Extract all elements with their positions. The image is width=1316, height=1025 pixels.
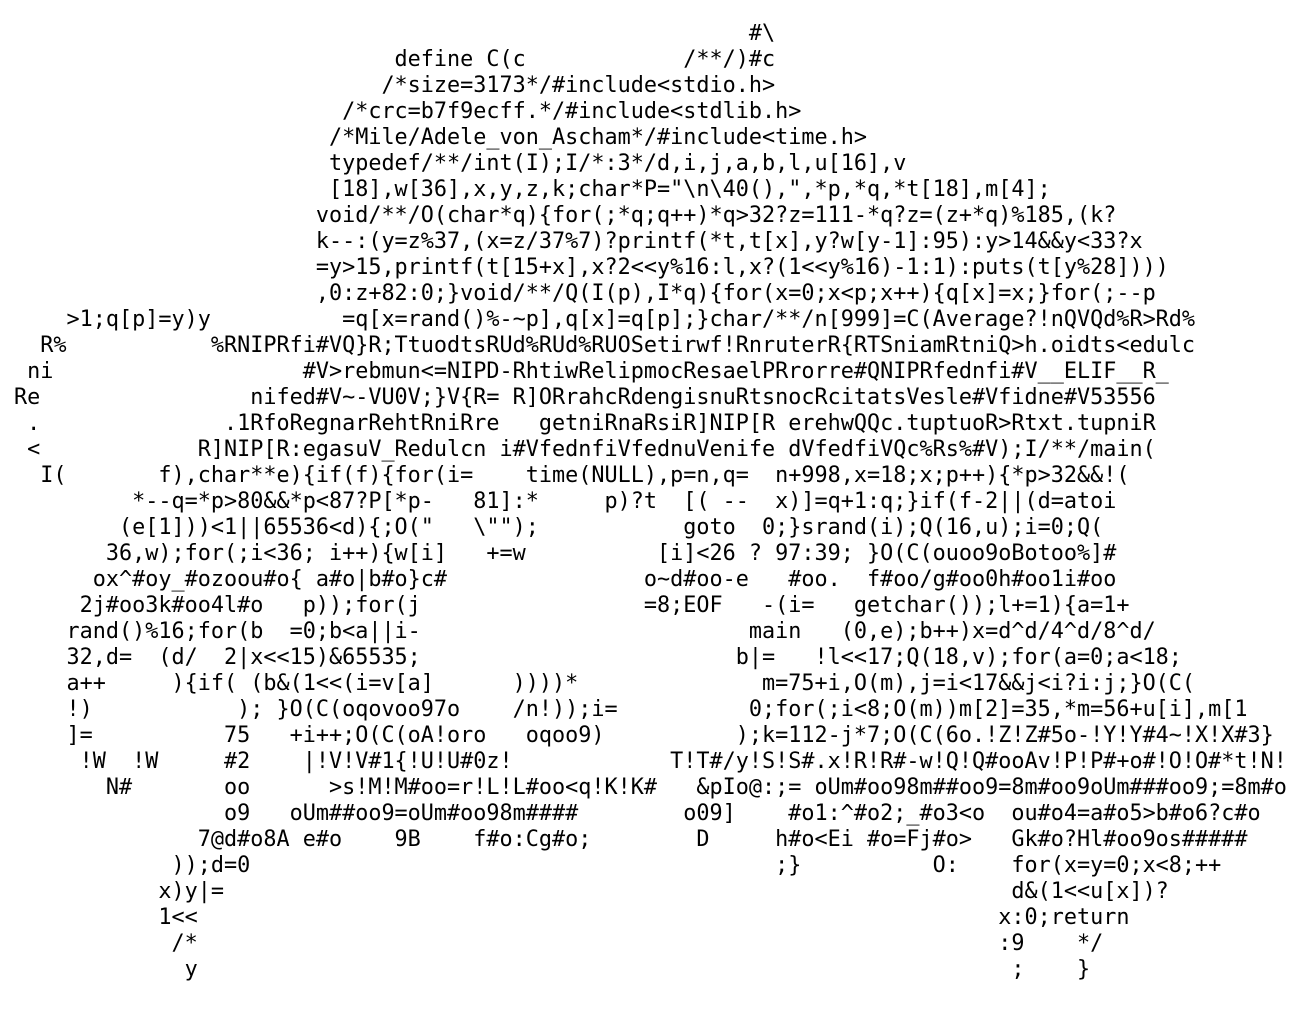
code-line: >1;q[p]=y)y =q[x=rand()%-~p],q[x]=q[p];}… (14, 307, 1196, 332)
code-line: rand()%16;for(b =0;b<a||i- main (0,e);b+… (14, 619, 1156, 644)
code-line: #\ (14, 21, 776, 46)
code-line: define C(c /**/)#c (14, 47, 776, 72)
code-line: typedef/**/int(I);I/*:3*/d,i,j,a,b,l,u[1… (14, 151, 907, 176)
code-line: ni #V>rebmun<=NIPD-RhtiwRelipmocResaelPR… (14, 359, 1169, 384)
code-line: Re nifed#V~-VU0V;}V{R= R]ORrahcRdengisnu… (14, 385, 1156, 410)
code-line: !W !W #2 |!V!V#1{!U!U#0z! T!T#/y!S!S#.x!… (14, 749, 1287, 774)
code-line: /*size=3173*/#include<stdio.h> (14, 73, 776, 98)
code-line: ]= 75 +i++;O(C(oA!oro oqoo9) );k=112-j*7… (14, 723, 1274, 748)
code-line: N# oo >s!M!M#oo=r!L!L#oo<q!K!K# &pIo@:;=… (14, 775, 1287, 800)
code-line: 32,d= (d/ 2|x<<15)&65535; b|= !l<<17;Q(1… (14, 645, 1182, 670)
code-line: I( f),char**e){if(f){for(i= time(NULL),p… (14, 463, 1130, 488)
code-line: *--q=*p>80&&*p<87?P[*p- 81]:* p)?t [( --… (14, 489, 1117, 514)
code-line: < R]NIP[R:egasuV_Redulcn i#VfednfiVfednu… (14, 437, 1156, 462)
code-line: y ; } (14, 957, 1091, 982)
code-line: k--:(y=z%37,(x=z/37%7)?printf(*t,t[x],y?… (14, 229, 1143, 254)
code-line: [18],w[36],x,y,z,k;char*P="\n\40(),",*p,… (14, 177, 1051, 202)
code-line: =y>15,printf(t[15+x],x?2<<y%16:l,x?(1<<y… (14, 255, 1169, 280)
code-line: 2j#oo3k#oo4l#o p));for(j =8;EOF -(i= get… (14, 593, 1130, 618)
code-line: /*Mile/Adele_von_Ascham*/#include<time.h… (14, 125, 867, 150)
code-line: ,0:z+82:0;}void/**/Q(I(p),I*q){for(x=0;x… (14, 281, 1156, 306)
code-line: /*crc=b7f9ecff.*/#include<stdlib.h> (14, 99, 802, 124)
code-line: 7@d#o8A e#o 9B f#o:Cg#o; D h#o<Ei #o=Fj#… (14, 827, 1248, 852)
code-line: (e[1]))<1||65536<d){;O(" \""); goto 0;}s… (14, 515, 1104, 540)
code-line: 36,w);for(;i<36; i++){w[i] +=w [i]<26 ? … (14, 541, 1117, 566)
code-line: !) ); }O(C(oqovoo97o /n!));i= 0;for(;i<8… (14, 697, 1248, 722)
code-line: ox^#oy_#ozoou#o{ a#o|b#o}c# o~d#oo-e #oo… (14, 567, 1117, 592)
code-line: x)y|= d&(1<<u[x])? (14, 879, 1169, 904)
code-line: . .1RfoRegnarRehtRniRre getniRnaRsiR]NIP… (14, 411, 1156, 436)
code-line: void/**/O(char*q){for(;*q;q++)*q>32?z=11… (14, 203, 1117, 228)
code-line: a++ ){if( (b&(1<<(i=v[a] ))))* m=75+i,O(… (14, 671, 1196, 696)
code-line: R% %RNIPRfi#VQ}R;TtuodtsRUd%RUd%RUOSetir… (14, 333, 1196, 358)
code-line: /* :9 */ (14, 931, 1104, 956)
code-line: o9 oUm##oo9=oUm#oo98m#### o09] #o1:^#o2;… (14, 801, 1261, 826)
code-line: ));d=0 ;} O: for(x=y=0;x<8;++ (14, 853, 1222, 878)
code-line: 1<< x:0;return (14, 905, 1130, 930)
code-art-block: #\ define C(c /**/)#c /*size=3173*/#incl… (14, 21, 1287, 983)
